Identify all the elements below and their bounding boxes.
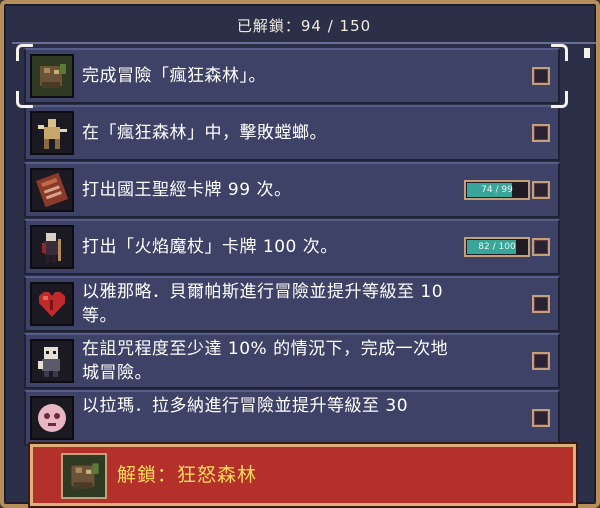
mantis-warrior-icon bbox=[30, 111, 74, 155]
achievement-row[interactable]: 打出國王聖經卡牌 99 次。 74 / 99 bbox=[24, 162, 560, 218]
red-heart-icon bbox=[30, 282, 74, 326]
achievement-text: 在詛咒程度至少達 10% 的情況下，完成一次地城冒險。 bbox=[82, 339, 449, 383]
achievement-text: 打出國王聖經卡牌 99 次。 bbox=[82, 180, 292, 200]
forest-creature-icon bbox=[61, 453, 107, 499]
progress-bar: 82 / 100 bbox=[464, 237, 530, 257]
achievement-row[interactable]: 在「瘋狂森林」中，擊敗螳螂。 bbox=[24, 105, 560, 161]
ghost-face-icon bbox=[30, 396, 74, 440]
scrollbar-thumb[interactable] bbox=[584, 48, 590, 58]
achievements-panel: 已解鎖：94 / 150 完成冒險「瘋狂森林」。 在「瘋狂森林」中，擊敗螳螂。 … bbox=[0, 0, 600, 508]
achievement-text: 完成冒險「瘋狂森林」。 bbox=[82, 66, 266, 86]
achievement-text: 在「瘋狂森林」中，擊敗螳螂。 bbox=[82, 123, 327, 143]
achievement-text: 以拉瑪．拉多納進行冒險並提升等級至 30 bbox=[82, 396, 409, 416]
unlock-text: 解鎖：狂怒森林 bbox=[117, 464, 258, 486]
achievement-checkbox[interactable] bbox=[532, 181, 550, 199]
forest-creature-icon bbox=[30, 54, 74, 98]
achievement-checkbox[interactable] bbox=[532, 124, 550, 142]
progress-bar: 74 / 99 bbox=[464, 180, 530, 200]
achievement-checkbox[interactable] bbox=[532, 67, 550, 85]
progress-label: 74 / 99 bbox=[481, 185, 513, 195]
scrollbar[interactable] bbox=[584, 48, 590, 448]
unlock-banner: 解鎖：狂怒森林 bbox=[30, 444, 576, 506]
achievement-checkbox[interactable] bbox=[532, 295, 550, 313]
cursed-skull-icon bbox=[30, 339, 74, 383]
progress-label: 82 / 100 bbox=[478, 242, 516, 252]
achievement-row[interactable]: 完成冒險「瘋狂森林」。 bbox=[24, 48, 560, 104]
achievement-checkbox[interactable] bbox=[532, 352, 550, 370]
achievement-row[interactable]: 打出「火焰魔杖」卡牌 100 次。 82 / 100 bbox=[24, 219, 560, 275]
achievement-text: 打出「火焰魔杖」卡牌 100 次。 bbox=[82, 237, 338, 257]
achievement-row[interactable]: 以拉瑪．拉多納進行冒險並提升等級至 30 bbox=[24, 390, 560, 446]
unlocked-count: 已解鎖：94 / 150 bbox=[12, 12, 596, 44]
achievement-text: 以雅那略．貝爾帕斯進行冒險並提升等級至 10 等。 bbox=[82, 282, 444, 326]
achievement-checkbox[interactable] bbox=[532, 238, 550, 256]
king-bible-icon bbox=[30, 168, 74, 212]
achievement-checkbox[interactable] bbox=[532, 409, 550, 427]
achievement-row[interactable]: 以雅那略．貝爾帕斯進行冒險並提升等級至 10 等。 bbox=[24, 276, 560, 332]
achievement-list[interactable]: 完成冒險「瘋狂森林」。 在「瘋狂森林」中，擊敗螳螂。 打出國王聖經卡牌 99 次… bbox=[24, 48, 560, 448]
flame-staff-icon bbox=[30, 225, 74, 269]
achievement-row[interactable]: 在詛咒程度至少達 10% 的情況下，完成一次地城冒險。 bbox=[24, 333, 560, 389]
